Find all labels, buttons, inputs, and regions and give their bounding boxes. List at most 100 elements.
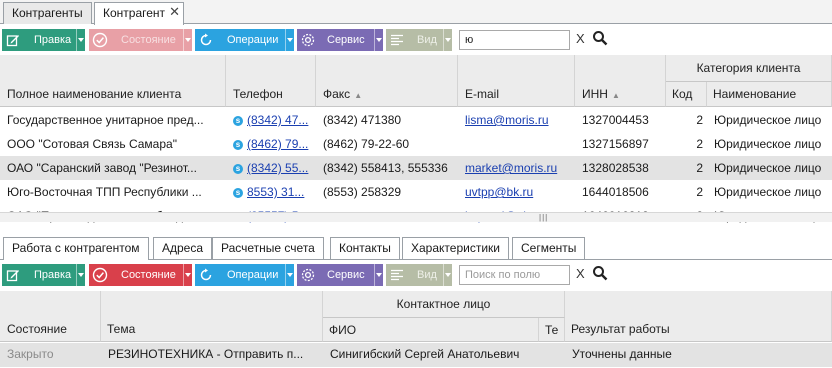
tab-kontragent[interactable]: Контрагент ✕ <box>94 2 185 25</box>
col-header-te[interactable]: Те <box>539 318 565 342</box>
category-text: Юридическое лицо <box>714 137 822 151</box>
category-text: Юридическое лицо <box>714 113 822 127</box>
cell-email[interactable]: lisma@moris.ru <box>458 108 575 132</box>
code-text: 2 <box>696 137 703 151</box>
col-header-topic[interactable]: Тема <box>101 291 323 342</box>
phone-link[interactable]: (8342) 47... <box>247 113 308 127</box>
close-icon[interactable]: ✕ <box>169 2 180 22</box>
tab-label: Контакты <box>339 241 391 255</box>
horizontal-scrollbar[interactable]: ||| <box>0 212 832 222</box>
chevron-down-icon[interactable] <box>443 29 452 51</box>
skype-icon[interactable]: s <box>233 187 243 198</box>
col-header-result[interactable]: Результат работы <box>565 291 832 342</box>
service-button[interactable]: Сервис <box>297 264 383 286</box>
name-text: Юго-Восточная ТПП Республики ... <box>7 185 202 199</box>
list-icon <box>386 264 408 286</box>
search-icon[interactable] <box>592 30 608 49</box>
detail-tab-3[interactable]: Контакты <box>330 237 400 259</box>
cell-phone[interactable]: s (8342) 55... <box>226 156 316 180</box>
operations-button[interactable]: Операции <box>195 264 294 286</box>
cell-inn: 1327004453 <box>575 108 666 132</box>
cell-inn: 1327156897 <box>575 132 666 156</box>
chevron-down-icon[interactable] <box>285 264 294 286</box>
scroll-grip-icon[interactable]: ||| <box>539 213 548 222</box>
tab-label: Сегменты <box>521 241 577 255</box>
email-link[interactable]: uvtpp@bk.ru <box>465 185 533 199</box>
cell-name: Юго-Восточная ТПП Республики ... <box>0 180 226 204</box>
inn-text: 1328028538 <box>582 161 649 175</box>
refresh-icon <box>195 264 217 286</box>
name-text: ООО "Сотовая Связь Самара" <box>7 137 177 151</box>
tab-label: Адреса <box>162 241 204 255</box>
fax-text: (8342) 558413, 555336 <box>323 161 448 175</box>
tab-label: Контрагент <box>103 6 166 20</box>
col-header-phone[interactable]: Телефон <box>226 55 316 107</box>
chevron-down-icon[interactable] <box>183 264 192 286</box>
state-button[interactable]: Состояние <box>89 29 192 51</box>
fax-text: (8553) 258329 <box>323 185 402 199</box>
chevron-down-icon[interactable] <box>76 264 85 286</box>
col-header-fax[interactable]: Факс ▲ <box>316 55 458 107</box>
cell-phone[interactable]: s (8462) 79... <box>226 132 316 156</box>
toolbar-top: Правка Состояние Операции Сервис Вид ю X <box>0 27 832 53</box>
clear-search-button[interactable]: X <box>576 31 585 46</box>
clear-search-button[interactable]: X <box>576 266 585 281</box>
field-search-input[interactable]: Поиск по полю <box>459 265 570 285</box>
col-header-state[interactable]: Состояние <box>0 291 101 342</box>
col-header-email[interactable]: E-mail <box>458 55 575 107</box>
tab-label: Работа с контрагентом <box>12 241 140 255</box>
tab-kontragenty[interactable]: Контрагенты <box>3 2 92 24</box>
chevron-down-icon[interactable] <box>374 264 383 286</box>
tab-label: Характеристики <box>411 241 500 255</box>
state-button[interactable]: Состояние <box>89 264 192 286</box>
detail-tab-0[interactable]: Работа с контрагентом <box>3 237 149 260</box>
chevron-down-icon[interactable] <box>285 29 294 51</box>
pencil-icon <box>2 29 24 51</box>
operations-button[interactable]: Операции <box>195 29 294 51</box>
view-button[interactable]: Вид <box>386 264 452 286</box>
skype-icon[interactable]: s <box>233 139 243 150</box>
cell-category: Юридическое лицо <box>707 180 832 204</box>
pencil-icon <box>2 264 24 286</box>
view-button[interactable]: Вид <box>386 29 452 51</box>
chevron-down-icon[interactable] <box>76 29 85 51</box>
search-input[interactable]: ю <box>459 30 570 50</box>
phone-link[interactable]: (8462) 79... <box>247 137 308 151</box>
search-icon[interactable] <box>592 265 608 284</box>
skype-icon[interactable]: s <box>233 163 243 174</box>
col-header-inn[interactable]: ИНН ▲ <box>575 55 666 107</box>
phone-link[interactable]: 8553) 31... <box>247 185 304 199</box>
cell-email[interactable]: market@moris.ru <box>458 156 575 180</box>
col-header-code[interactable]: Код <box>666 82 707 107</box>
cell-phone[interactable]: s 8553) 31... <box>226 180 316 204</box>
cell-code: 2 <box>666 180 707 204</box>
service-button[interactable]: Сервис <box>297 29 383 51</box>
edit-button[interactable]: Правка <box>2 29 85 51</box>
cell-email[interactable] <box>458 132 575 156</box>
detail-tab-1[interactable]: Адреса <box>153 237 213 259</box>
detail-tab-4[interactable]: Характеристики <box>402 237 509 259</box>
cell-name: ОАО "Саранский завод "Резинот... <box>0 156 226 180</box>
cell-fio: Синигибский Сергей Анатольевич <box>330 347 520 361</box>
chevron-down-icon[interactable] <box>183 29 192 51</box>
chevron-down-icon[interactable] <box>374 29 383 51</box>
activity-grid: Состояние Тема Контактное лицо ФИО Те Ре… <box>0 291 832 368</box>
detail-tab-2[interactable]: Расчетные счета <box>212 237 324 259</box>
chevron-down-icon[interactable] <box>443 264 452 286</box>
toolbar-detail: Правка Состояние Операции Сервис Вид Пои… <box>0 262 832 288</box>
col-header-fio[interactable]: ФИО <box>323 318 539 342</box>
refresh-icon <box>195 29 217 51</box>
col-header-category-name[interactable]: Наименование <box>707 82 832 107</box>
gear-icon <box>297 29 319 51</box>
col-header-name[interactable]: Полное наименование клиента <box>0 55 226 107</box>
cell-email[interactable]: uvtpp@bk.ru <box>458 180 575 204</box>
skype-icon[interactable]: s <box>233 115 243 126</box>
edit-button[interactable]: Правка <box>2 264 85 286</box>
phone-link[interactable]: (8342) 55... <box>247 161 308 175</box>
detail-tab-5[interactable]: Сегменты <box>512 237 586 259</box>
cell-phone[interactable]: s (8342) 47... <box>226 108 316 132</box>
email-link[interactable]: market@moris.ru <box>465 161 557 175</box>
cell-category: Юридическое лицо <box>707 132 832 156</box>
email-link[interactable]: lisma@moris.ru <box>465 113 549 127</box>
tab-label: Контрагенты <box>12 6 83 20</box>
